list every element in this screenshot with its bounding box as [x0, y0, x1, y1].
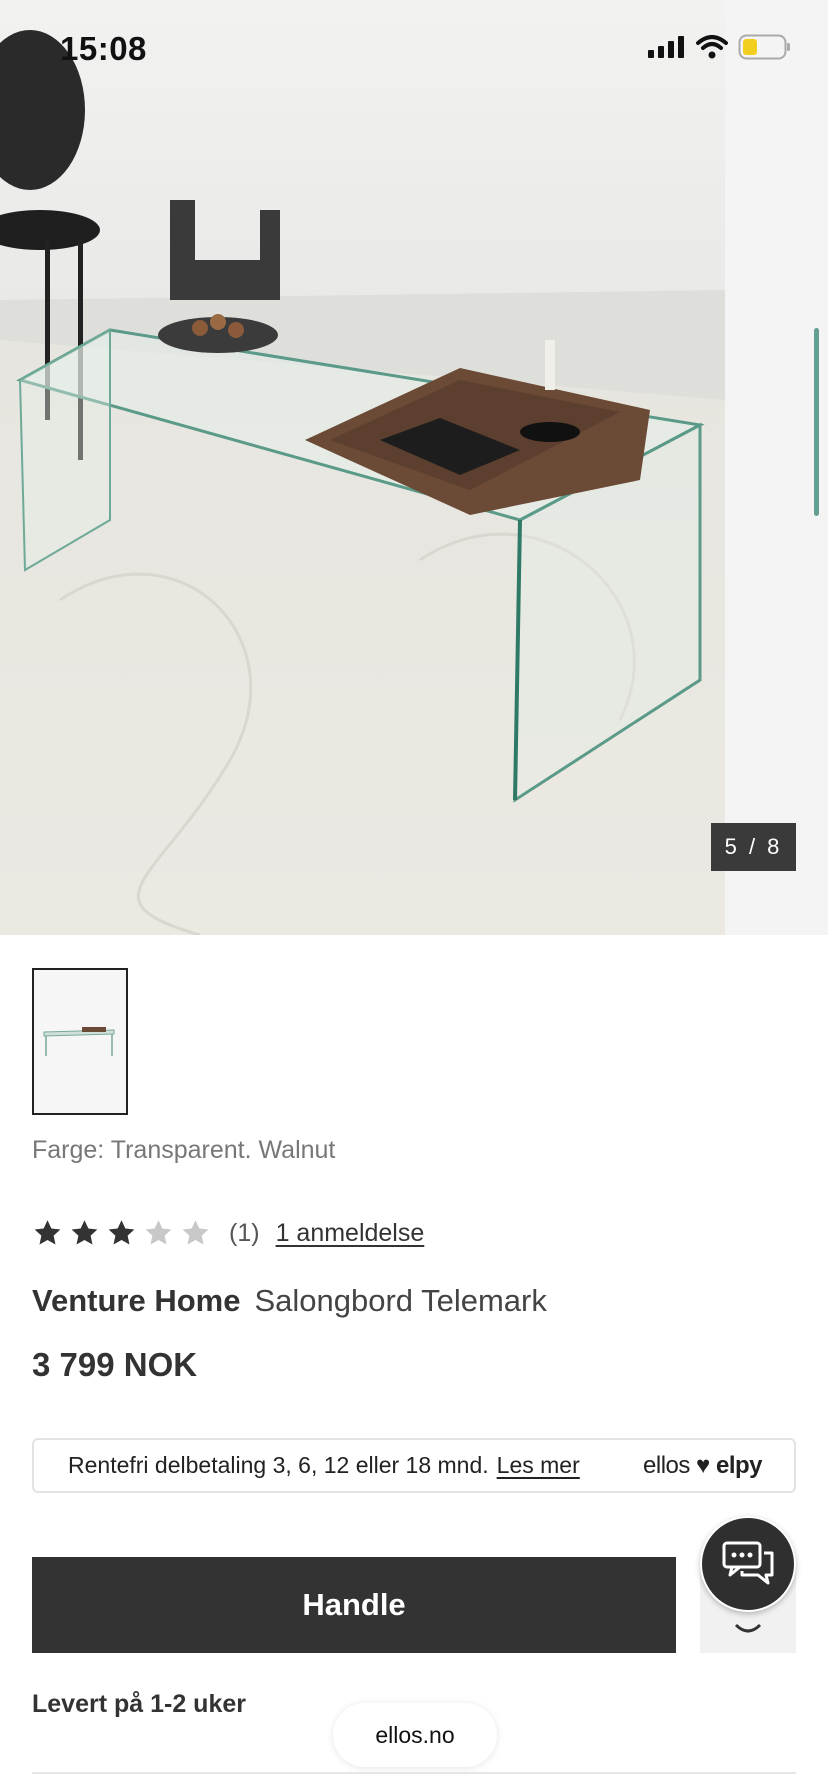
financing-read-more-link[interactable]: Les mer — [497, 1452, 580, 1479]
browser-url-pill[interactable]: ellos.no — [333, 1703, 497, 1767]
product-price: 3 799 NOK — [32, 1346, 198, 1383]
ellos-elpy-logo: ellos ♥ elpy — [643, 1452, 762, 1480]
wifi-icon — [696, 35, 728, 59]
star-rating — [32, 1218, 211, 1248]
delivery-info: Levert på 1-2 uker — [32, 1690, 246, 1718]
color-label: Farge: Transparent. Walnut — [32, 1136, 336, 1164]
buy-button[interactable]: Handle — [32, 1557, 676, 1653]
rating-count: (1) — [229, 1218, 260, 1247]
thumbnail-selected[interactable] — [32, 968, 128, 1115]
battery-icon — [738, 34, 790, 60]
star-filled-icon — [71, 1220, 98, 1245]
signal-icon — [648, 36, 684, 58]
thumbnail-image — [34, 970, 126, 1113]
image-counter: 5 / 8 — [711, 823, 796, 871]
product-brand[interactable]: Venture Home — [32, 1283, 240, 1318]
product-title: Venture Home Salongbord Telemark — [32, 1283, 547, 1319]
product-image-carousel[interactable]: 15:08 5 / 8 — [0, 0, 828, 935]
financing-text: Rentefri delbetaling 3, 6, 12 eller 18 m… — [68, 1452, 489, 1478]
star-empty-icon — [145, 1220, 172, 1245]
star-filled-icon — [108, 1220, 135, 1245]
financing-banner: Rentefri delbetaling 3, 6, 12 eller 18 m… — [32, 1438, 796, 1493]
chat-bubbles-icon — [722, 1541, 774, 1585]
reviews-link[interactable]: 1 anmeldelse — [276, 1219, 425, 1248]
logo-ellos: ellos — [643, 1452, 690, 1479]
status-bar: 15:08 — [0, 0, 828, 100]
status-time: 15:08 — [60, 30, 147, 67]
product-rating: (1) 1 anmeldelse — [32, 1218, 424, 1248]
product-name: Salongbord Telemark — [254, 1283, 547, 1318]
product-photo — [0, 0, 725, 935]
star-empty-icon — [182, 1220, 209, 1245]
section-divider — [32, 1772, 796, 1774]
heart-logo-icon: ♥ — [696, 1452, 710, 1479]
star-filled-icon — [34, 1220, 61, 1245]
chat-button[interactable] — [700, 1516, 796, 1612]
logo-elpy: elpy — [715, 1452, 763, 1479]
next-product-photo-preview — [725, 0, 828, 935]
